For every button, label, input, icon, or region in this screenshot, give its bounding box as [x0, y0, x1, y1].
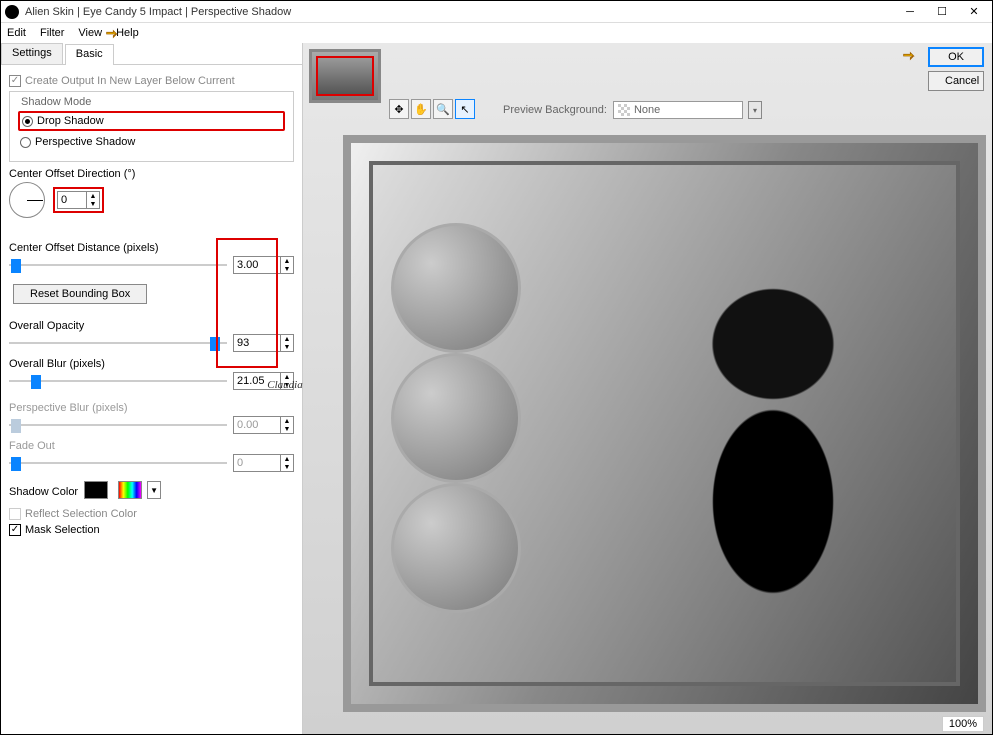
preview-bg-dropdown[interactable]: None — [613, 101, 743, 119]
fade-out-spinner: ▲▼ — [280, 454, 294, 472]
tab-basic[interactable]: Basic — [65, 44, 114, 65]
shadow-mode-group: Shadow Mode Drop Shadow Perspective Shad… — [9, 91, 294, 162]
app-icon — [5, 5, 19, 19]
cancel-button[interactable]: Cancel — [928, 71, 984, 91]
pointer-hand-icon — [902, 49, 922, 63]
shadow-color-dropdown[interactable]: ▼ — [147, 481, 161, 499]
fade-out-slider — [9, 455, 227, 471]
preview-bg-dropdown-arrow[interactable]: ▾ — [748, 101, 762, 119]
angle-dial[interactable] — [9, 182, 45, 218]
transparency-icon — [618, 104, 630, 116]
reflect-selection-label: Reflect Selection Color — [25, 508, 137, 520]
reflect-selection-checkbox: Reflect Selection Color — [9, 508, 294, 520]
fade-out-input — [233, 454, 281, 472]
ok-button[interactable]: OK — [928, 47, 984, 67]
center-offset-dist-slider[interactable] — [9, 257, 227, 273]
preview-image — [608, 254, 938, 704]
center-offset-dir-spinner[interactable]: ▲▼ — [86, 191, 100, 209]
fade-out-label: Fade Out — [9, 440, 294, 452]
overall-opacity-spinner[interactable]: ▲▼ — [280, 334, 294, 352]
perspective-blur-input — [233, 416, 281, 434]
zoom-level[interactable]: 100% — [942, 716, 984, 732]
tab-bar: Settings Basic — [1, 43, 302, 65]
menu-filter[interactable]: Filter — [40, 27, 64, 39]
mask-selection-label: Mask Selection — [25, 524, 100, 536]
perspective-blur-label: Perspective Blur (pixels) — [9, 402, 294, 414]
overall-blur-slider[interactable] — [9, 373, 227, 389]
radio-drop-shadow[interactable]: Drop Shadow — [18, 111, 285, 131]
menu-view[interactable]: View — [78, 27, 102, 39]
pointer-tool-icon[interactable]: ↖ — [455, 99, 475, 119]
preview-background-row: Preview Background: None ▾ — [503, 101, 762, 119]
shadow-color-label: Shadow Color — [9, 486, 78, 498]
close-button[interactable]: ✕ — [960, 3, 988, 21]
pointer-hand-icon — [105, 27, 125, 41]
preview-toolbar: ✥ ✋ 🔍 ↖ — [389, 99, 475, 119]
menu-edit[interactable]: Edit — [7, 27, 26, 39]
tab-settings[interactable]: Settings — [1, 43, 63, 64]
preview-bg-value: None — [634, 104, 660, 116]
perspective-blur-spinner: ▲▼ — [280, 416, 294, 434]
perspective-shadow-label: Perspective Shadow — [35, 136, 135, 148]
window-title: Alien Skin | Eye Candy 5 Impact | Perspe… — [25, 6, 892, 18]
shadow-color-hue[interactable] — [118, 481, 142, 499]
watermark: Claudia — [257, 379, 313, 391]
center-offset-dist-spinner[interactable]: ▲▼ — [280, 256, 294, 274]
hand-tool-icon[interactable]: ✋ — [411, 99, 431, 119]
mask-selection-checkbox[interactable]: ✓ Mask Selection — [9, 524, 294, 536]
radio-perspective-shadow[interactable]: Perspective Shadow — [18, 134, 285, 150]
center-offset-dir-input[interactable] — [57, 191, 87, 209]
reset-bounding-box-button[interactable]: Reset Bounding Box — [13, 284, 147, 304]
shadow-color-swatch[interactable] — [84, 481, 108, 499]
move-tool-icon[interactable]: ✥ — [389, 99, 409, 119]
maximize-button[interactable]: ☐ — [928, 3, 956, 21]
menubar: Edit Filter View Help — [1, 23, 992, 43]
highlight-box — [216, 238, 278, 368]
preview-thumbnail[interactable] — [309, 49, 381, 103]
drop-shadow-label: Drop Shadow — [37, 115, 104, 127]
overall-opacity-slider[interactable] — [9, 335, 227, 351]
center-offset-dir-label: Center Offset Direction (°) — [9, 168, 294, 180]
minimize-button[interactable]: ─ — [896, 3, 924, 21]
titlebar: Alien Skin | Eye Candy 5 Impact | Perspe… — [1, 1, 992, 23]
create-output-label: Create Output In New Layer Below Current — [25, 75, 235, 87]
preview-bg-label: Preview Background: — [503, 104, 607, 116]
zoom-tool-icon[interactable]: 🔍 — [433, 99, 453, 119]
perspective-blur-slider — [9, 417, 227, 433]
preview-panel: OK Cancel ✥ ✋ 🔍 ↖ Preview Background: No… — [303, 43, 992, 734]
shadow-mode-legend: Shadow Mode — [18, 96, 94, 108]
preview-canvas[interactable] — [343, 135, 986, 712]
create-output-checkbox[interactable]: ✓ Create Output In New Layer Below Curre… — [9, 75, 294, 87]
